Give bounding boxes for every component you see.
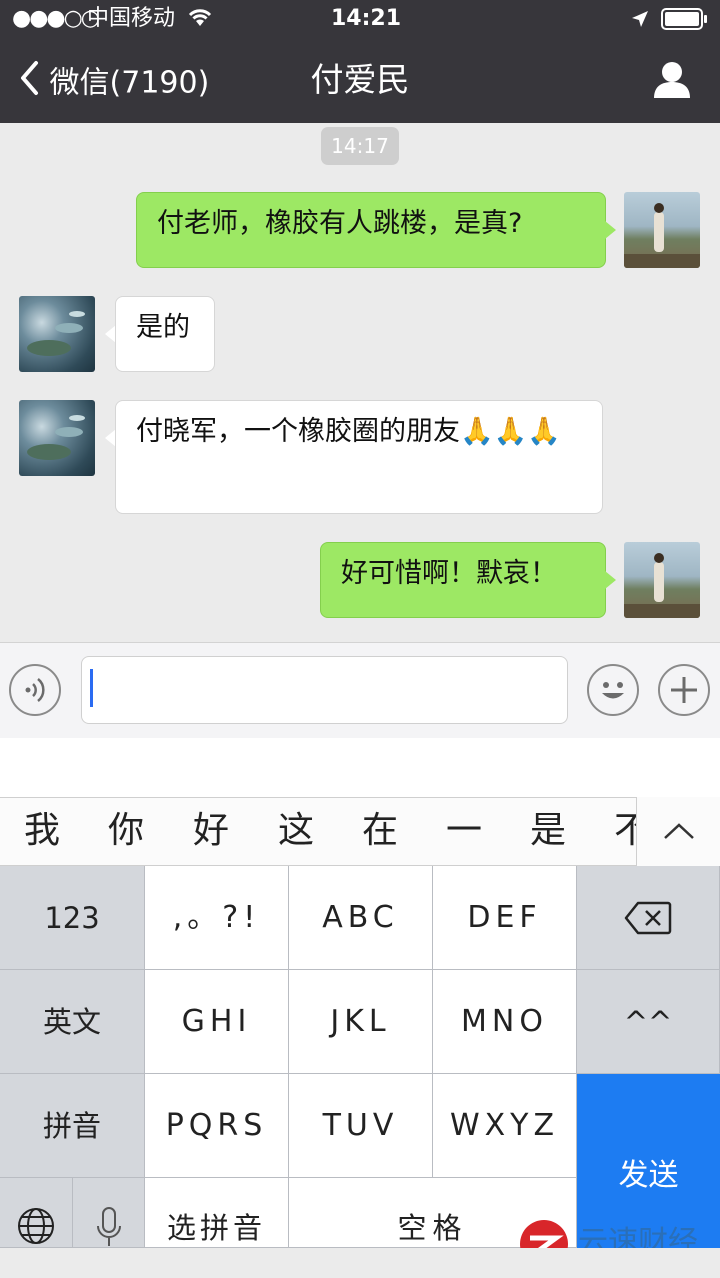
globe-icon — [18, 1208, 54, 1244]
key-def[interactable]: DEF — [433, 866, 577, 970]
plus-icon — [671, 677, 697, 703]
received-message-bubble[interactable]: 是的 — [115, 296, 215, 372]
person-icon — [652, 62, 692, 103]
more-functions-button[interactable] — [658, 664, 710, 716]
dictation-key[interactable] — [73, 1178, 145, 1248]
voice-icon — [25, 678, 45, 702]
key-ghi[interactable]: GHI — [145, 970, 289, 1074]
message-input[interactable] — [81, 656, 568, 724]
clock: 14:21 — [331, 6, 402, 31]
key-mno[interactable]: MNO — [433, 970, 577, 1074]
key-abc[interactable]: ABC — [289, 866, 433, 970]
chevron-up-icon — [663, 823, 694, 839]
sent-message-bubble[interactable]: 好可惜啊！默哀！ — [320, 542, 606, 618]
key-wxyz[interactable]: WXYZ — [433, 1074, 577, 1178]
signal-strength-indicator: ●●●○○ — [12, 6, 100, 31]
person-silhouette-icon — [624, 203, 700, 268]
key-pqrs[interactable]: PQRS — [145, 1074, 289, 1178]
navigation-bar: ●●●○○ 中国移动 14:21 微信(7190) 付爱民 — [0, 0, 720, 123]
key-tuv[interactable]: TUV — [289, 1074, 433, 1178]
watermark-text: 云速财经 — [578, 1226, 698, 1248]
backspace-icon — [624, 901, 672, 935]
lily-pad-image — [27, 415, 85, 460]
key-jkl[interactable]: JKL — [289, 970, 433, 1074]
contact-avatar[interactable] — [19, 400, 95, 476]
bubble-tail — [605, 571, 616, 589]
watermark-logo: 云速财经 — [518, 1218, 720, 1248]
key-punctuation[interactable]: ,。?! — [145, 866, 289, 970]
key-emoticon[interactable]: ^^ — [577, 970, 720, 1074]
location-arrow-icon — [630, 9, 650, 33]
key-english[interactable]: 英文 — [0, 970, 145, 1074]
key-select-pinyin[interactable]: 选拼音 — [145, 1178, 289, 1248]
text-cursor — [90, 669, 93, 707]
sent-message-bubble[interactable]: 付老师，橡胶有人跳楼，是真? — [136, 192, 606, 268]
candidate-word[interactable]: 一 — [446, 808, 482, 854]
key-123[interactable]: 123 — [0, 866, 145, 970]
candidate-word[interactable]: 是 — [530, 808, 566, 854]
wifi-icon — [187, 6, 213, 32]
microphone-icon — [96, 1207, 121, 1246]
received-message-bubble[interactable]: 付晓军，一个橡胶圈的朋友🙏🙏🙏 — [115, 400, 603, 514]
candidate-word[interactable]: 你 — [108, 808, 144, 854]
my-avatar[interactable] — [624, 542, 700, 618]
my-avatar[interactable] — [624, 192, 700, 268]
contact-profile-button[interactable] — [652, 61, 692, 103]
globe-key[interactable] — [0, 1178, 73, 1248]
candidate-word[interactable]: 在 — [362, 808, 398, 854]
delete-key[interactable] — [577, 866, 720, 970]
bubble-tail — [605, 221, 616, 239]
battery-icon — [661, 8, 709, 34]
carrier-label: 中国移动 — [87, 6, 176, 31]
person-silhouette-icon — [624, 553, 700, 618]
expand-candidates-button[interactable] — [636, 797, 720, 866]
smiley-icon — [602, 682, 624, 699]
chat-title: 付爱民 — [310, 60, 410, 99]
emoji-button[interactable] — [587, 664, 639, 716]
lily-pad-image — [27, 311, 85, 356]
contact-avatar[interactable] — [19, 296, 95, 372]
key-pinyin[interactable]: 拼音 — [0, 1074, 145, 1178]
candidate-word[interactable]: 我 — [24, 808, 60, 854]
keyboard-spacer — [0, 738, 720, 797]
candidate-word[interactable]: 这 — [278, 808, 314, 854]
voice-input-button[interactable] — [9, 664, 61, 716]
candidate-word[interactable]: 好 — [193, 808, 229, 854]
message-timestamp: 14:17 — [321, 127, 399, 165]
